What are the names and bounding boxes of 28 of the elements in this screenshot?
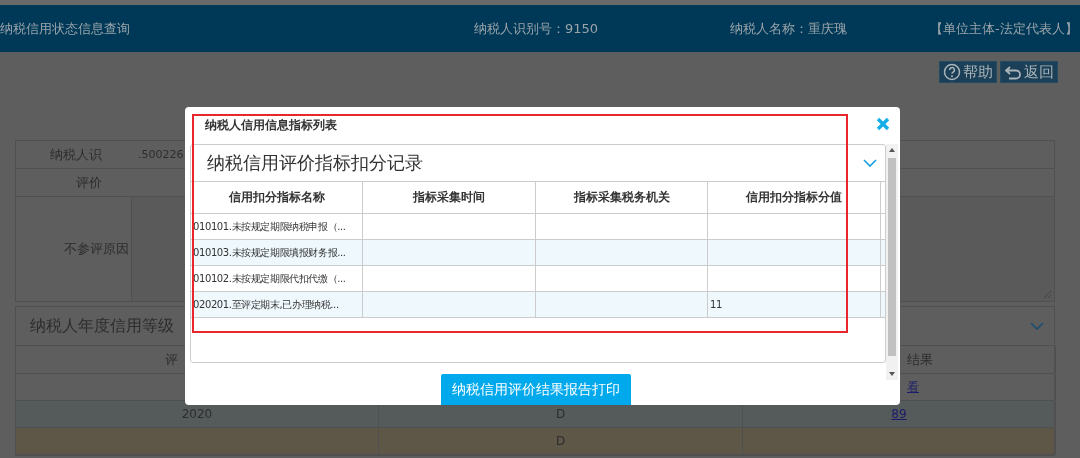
table-cell: 010102.未按规定期限代扣代缴（... xyxy=(193,271,346,286)
scroll-up-icon[interactable] xyxy=(889,148,895,152)
scrollbar[interactable] xyxy=(886,144,898,380)
column-header: 信用扣分指标名称 xyxy=(228,189,325,206)
table-cell: 020201.至评定期末,已办理纳税... xyxy=(193,297,339,312)
column-header: 指标采集时间 xyxy=(413,189,485,206)
table-cell: 11 xyxy=(710,299,722,310)
scroll-down-icon[interactable] xyxy=(889,372,895,376)
page-title: 纳税信用状态信息查询 xyxy=(0,19,131,38)
result-link[interactable]: 看 xyxy=(907,378,919,396)
help-button[interactable]: 帮助 xyxy=(939,61,997,83)
table-cell: 010103.未按规定期限填报财务报... xyxy=(193,245,346,260)
column-header: 指标采集税务机关 xyxy=(573,189,670,206)
close-icon[interactable] xyxy=(876,117,890,131)
result-link[interactable]: 89 xyxy=(891,407,907,421)
back-button[interactable]: 返回 xyxy=(1000,61,1058,83)
chevron-icon[interactable] xyxy=(863,158,877,168)
undo-arrow-icon xyxy=(1004,63,1022,81)
help-icon xyxy=(943,63,961,81)
taxpayer-id: 纳税人识别号：9150 xyxy=(474,19,600,38)
chevron-icon[interactable] xyxy=(1030,321,1044,331)
section-title: 纳税信用评价指标扣分记录 xyxy=(207,151,423,175)
taxpayer-name: 纳税人名称：重庆瑰 xyxy=(730,19,848,38)
print-report-button[interactable]: 纳税信用评价结果报告打印 xyxy=(441,374,631,405)
table-cell: 010101.未按规定期限纳税申报（... xyxy=(193,219,346,234)
dialog-title: 纳税人信用信息指标列表 xyxy=(205,117,337,134)
column-header: 信用扣分指标分值 xyxy=(746,189,842,206)
taxpayer-role: 【单位主体-法定代表人】 xyxy=(930,19,1078,38)
